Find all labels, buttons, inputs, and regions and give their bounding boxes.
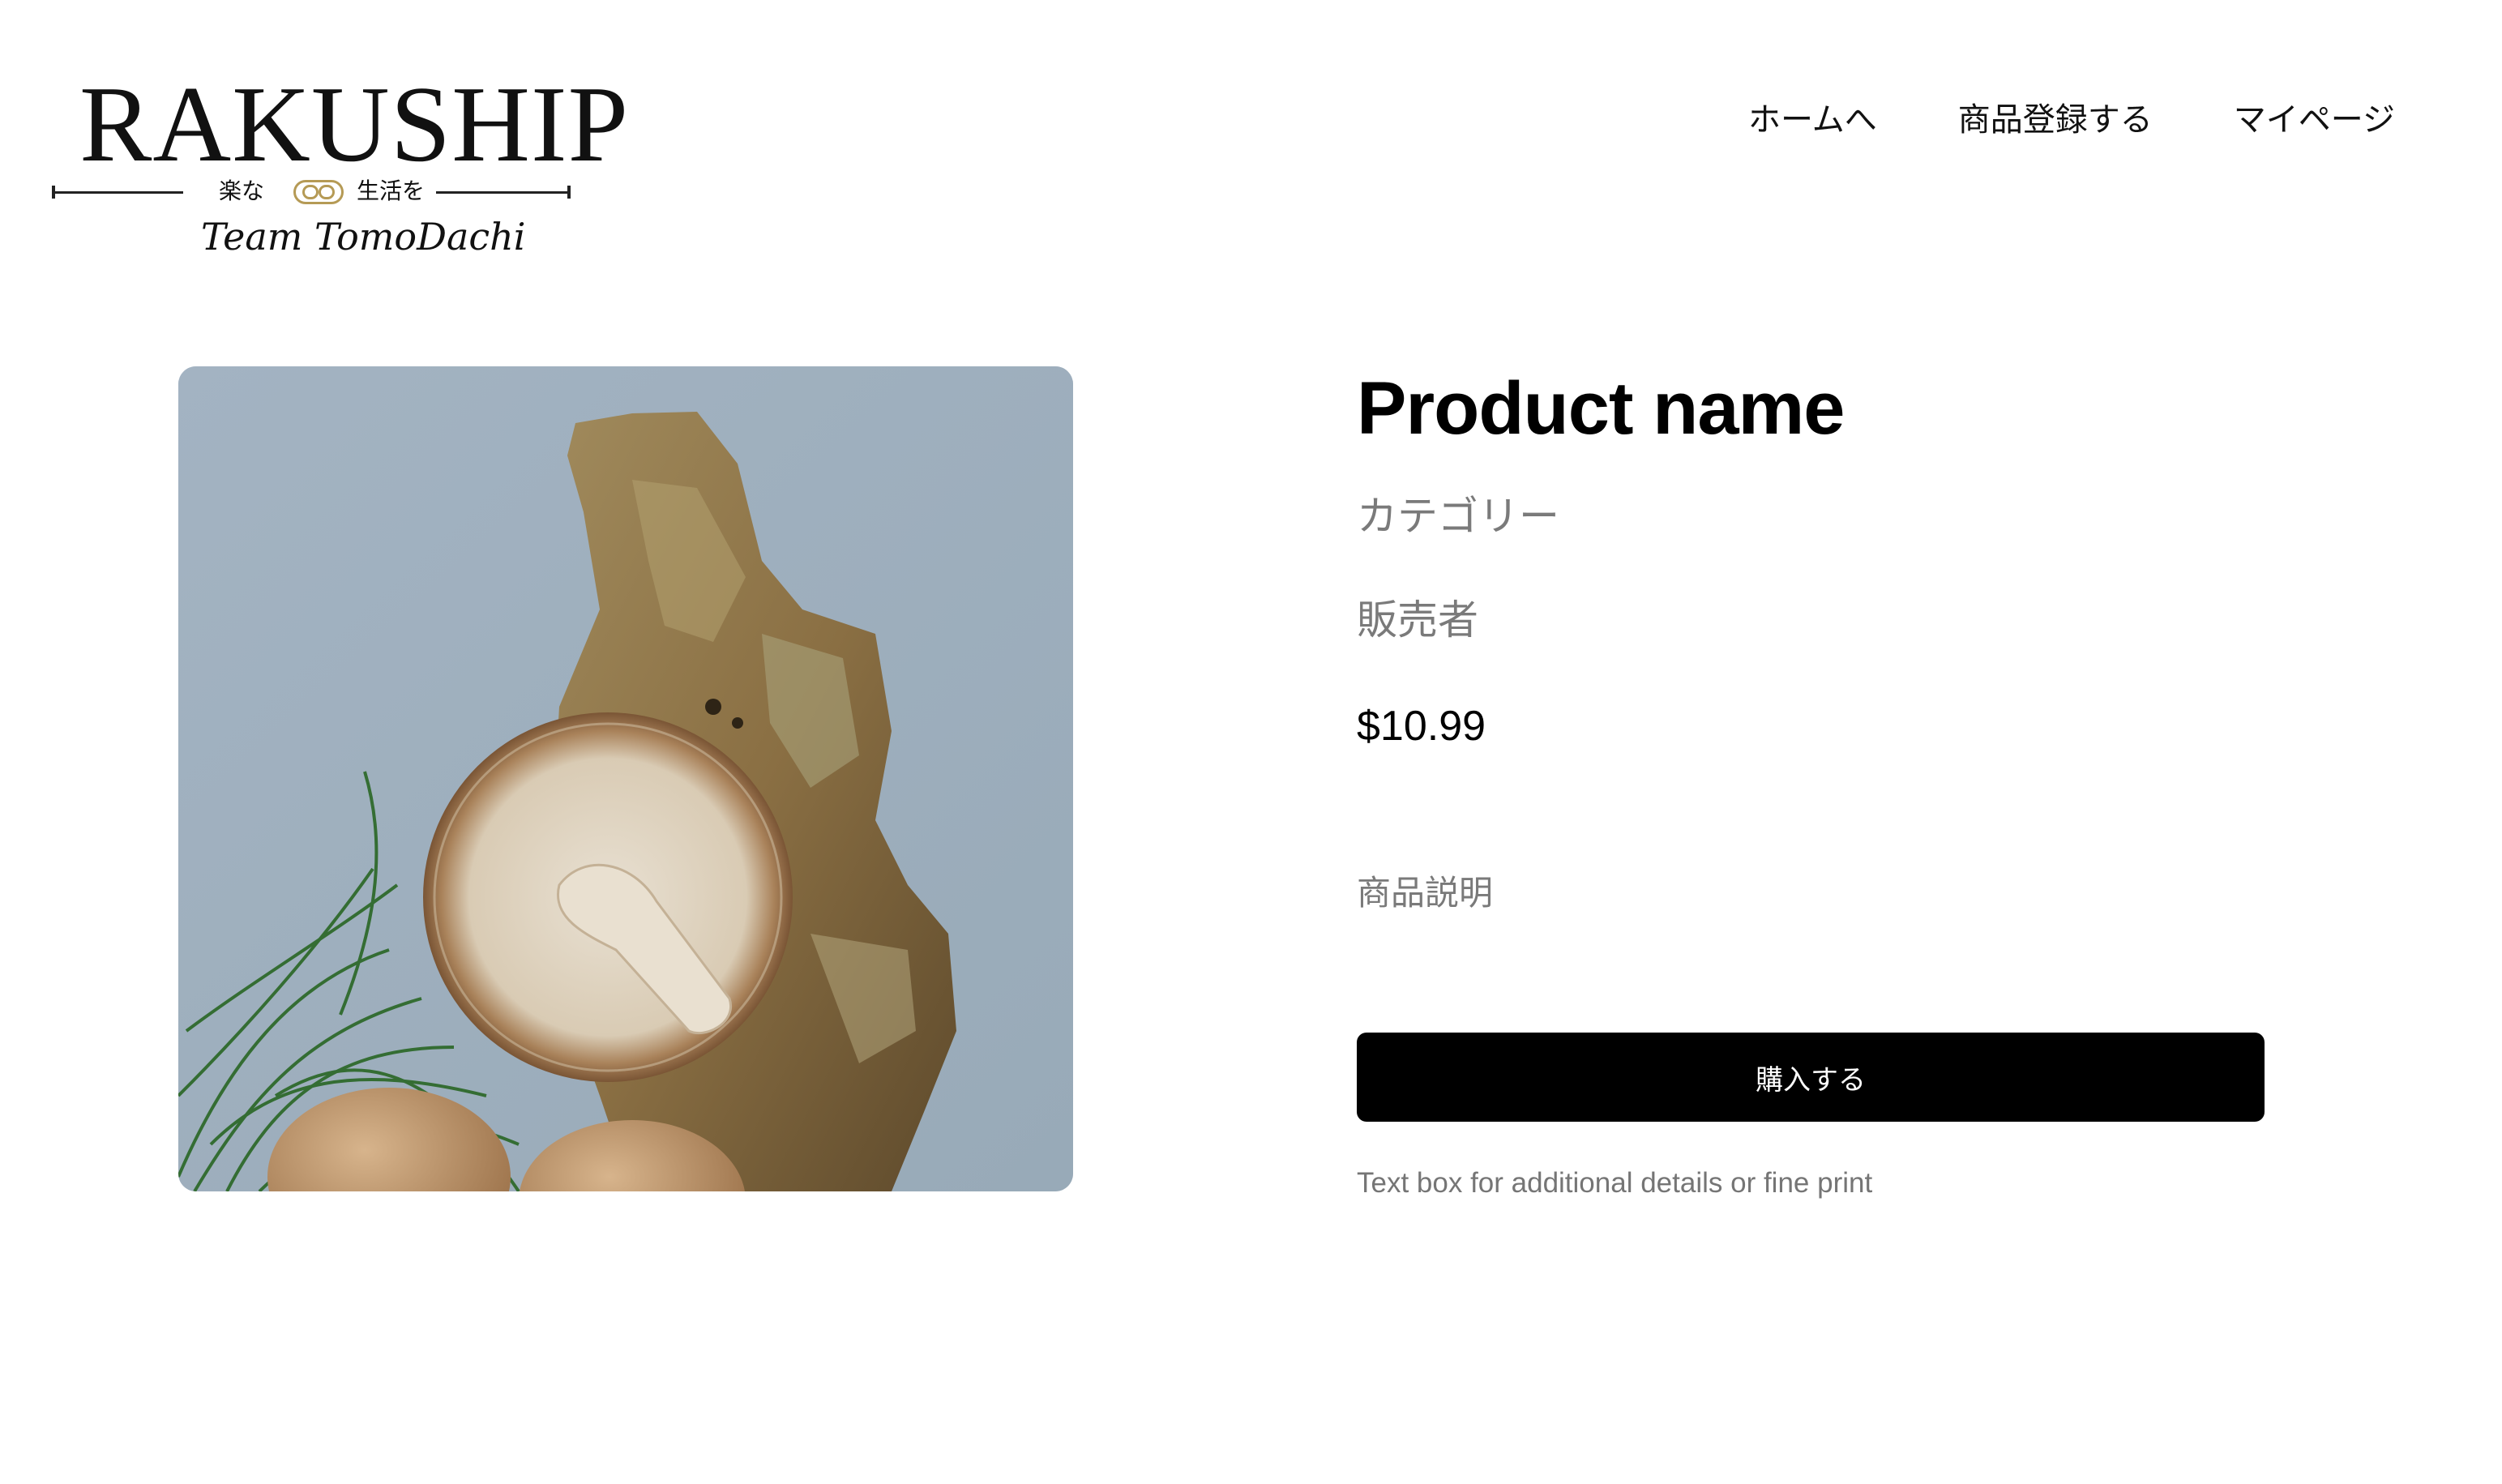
- logo-divider-right: [436, 191, 569, 194]
- nav-mypage-link[interactable]: マイページ: [2234, 96, 2395, 144]
- logo-wordmark: RAKUSHIP: [79, 64, 630, 184]
- product-title: Product name: [1357, 367, 1845, 450]
- product-seller: 販売者: [1357, 597, 1478, 644]
- nav-register-product-link[interactable]: 商品登録する: [1958, 96, 2153, 144]
- product-price: $10.99: [1357, 703, 1486, 750]
- buy-button[interactable]: 購入する: [1357, 1033, 2265, 1122]
- product-image: [178, 366, 1073, 1191]
- logo-team-signature: Team TomoDachi: [201, 215, 526, 259]
- site-logo[interactable]: RAKUSHIP 楽な 生活を Team TomoDachi: [50, 45, 628, 269]
- fine-print: Text box for additional details or fine …: [1357, 1167, 1873, 1199]
- product-description: 商品説明: [1357, 873, 1494, 913]
- main-nav: ホームへ 商品登録する マイページ: [1748, 96, 2395, 144]
- logo-divider-cap: [52, 186, 55, 199]
- logo-divider-cap: [567, 186, 571, 199]
- product-category: カテゴリー: [1357, 493, 1559, 540]
- product-detail-page: RAKUSHIP 楽な 生活を Team TomoDachi ホームへ 商品登録…: [0, 0, 2502, 1484]
- logo-tagline-left: 楽な: [219, 177, 265, 204]
- logo-emblem-icon: [293, 180, 344, 204]
- mushroom-photo-icon: [178, 366, 1073, 1191]
- nav-home-link[interactable]: ホームへ: [1748, 96, 1877, 144]
- logo-divider-left: [53, 191, 183, 194]
- logo-tagline-right: 生活を: [357, 177, 426, 204]
